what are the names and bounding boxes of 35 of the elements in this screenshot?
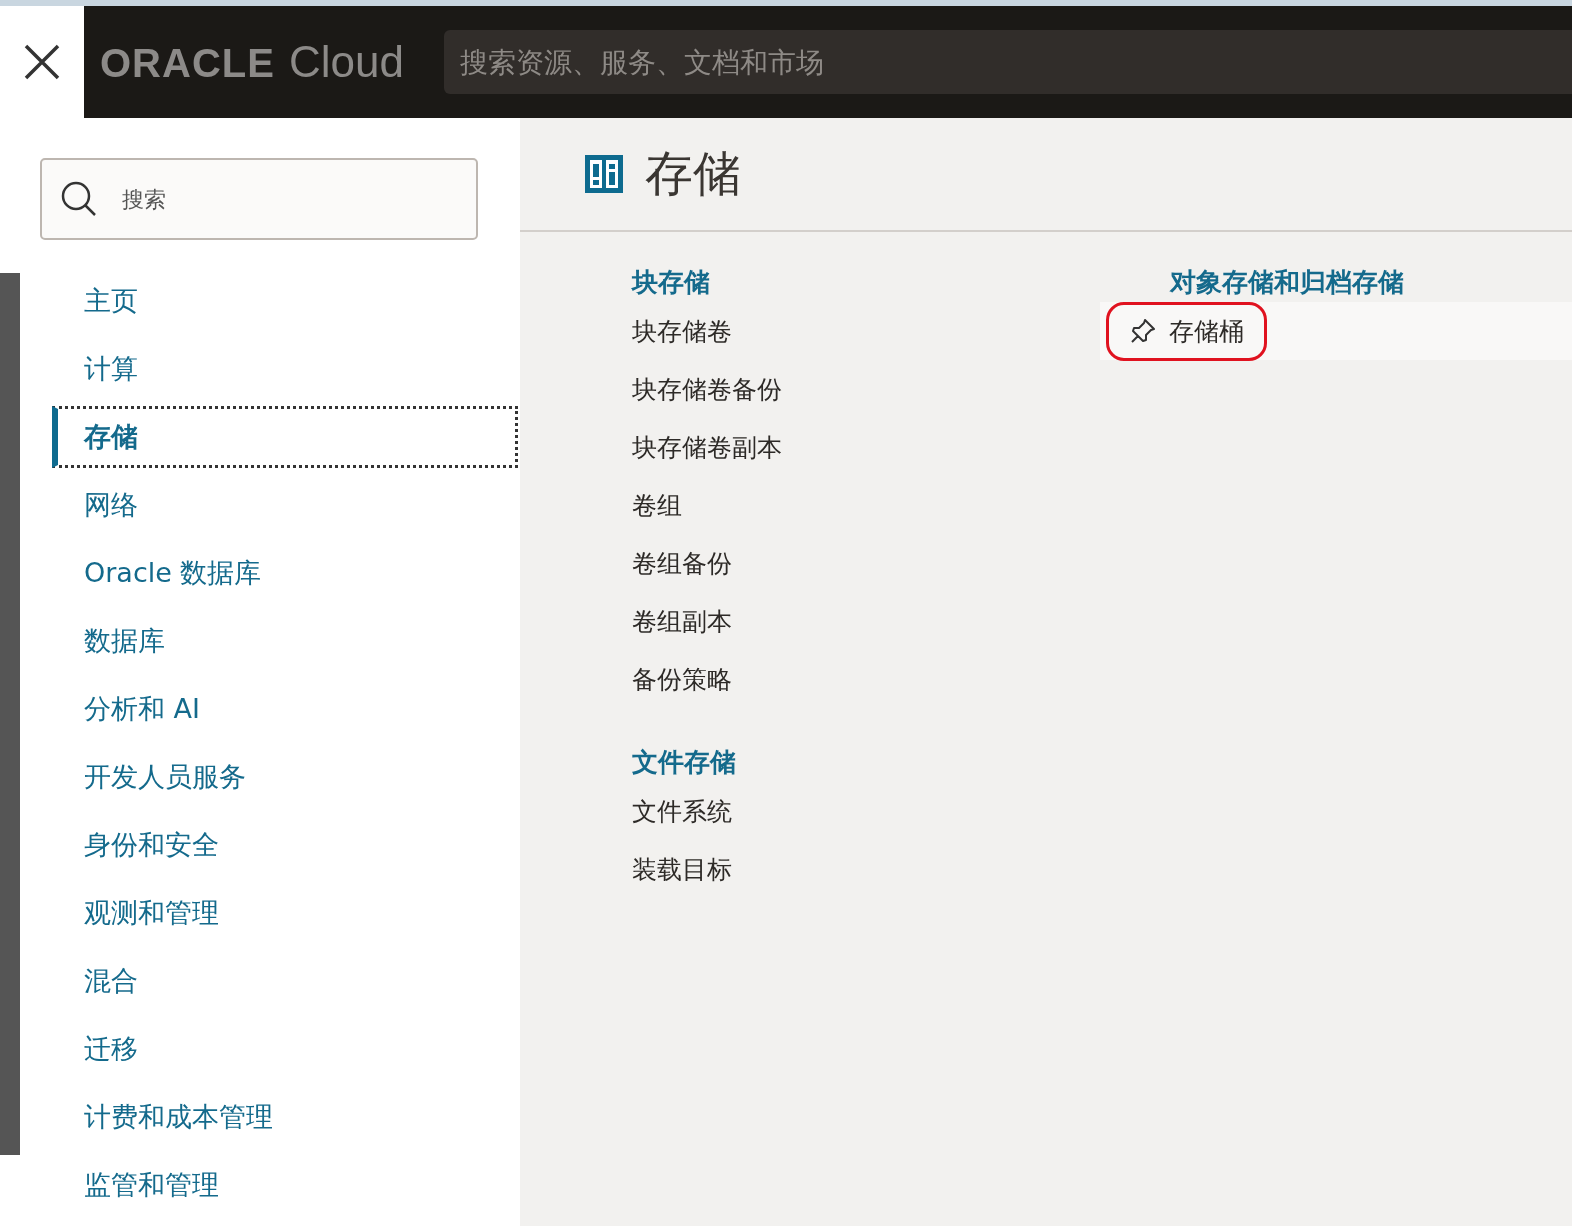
nav-item[interactable]: 观测和管理 [52,882,520,944]
service-link[interactable]: 文件系统 [632,794,732,828]
nav-item[interactable]: Oracle 数据库 [52,542,520,604]
logo-wordmark: ORACLE [100,41,275,86]
nav-item[interactable]: 计算 [52,338,520,400]
service-link[interactable]: 卷组 [632,488,682,522]
service-link[interactable]: 卷组副本 [632,604,732,638]
service-link[interactable]: 块存储卷副本 [632,430,782,464]
close-icon [23,43,61,81]
nav-item[interactable]: 主页 [52,270,520,332]
nav-item[interactable]: 计费和成本管理 [52,1086,520,1148]
pin-icon[interactable] [1129,317,1157,345]
service-link[interactable]: 块存储卷备份 [632,372,782,406]
logo-product-name: Cloud [288,37,404,87]
service-link[interactable]: 块存储卷 [632,314,732,348]
service-link[interactable]: 存储桶 [1169,314,1244,348]
global-search-field[interactable]: 搜索资源、服务、文档和市场 [443,30,1572,94]
service-link[interactable]: 装载目标 [632,852,732,886]
section-heading: 对象存储和归档存储 [1170,265,1405,299]
nav-item[interactable]: 迁移 [52,1018,520,1080]
nav-item[interactable]: 混合 [52,950,520,1012]
storage-icon [585,155,623,193]
section-heading: 文件存储 [632,745,737,779]
nav-item[interactable]: 开发人员服务 [52,746,520,808]
nav-item[interactable]: 数据库 [52,610,520,672]
nav-item[interactable]: 身份和安全 [52,814,520,876]
nav-item[interactable]: 网络 [52,474,520,536]
page-title: 存储 [645,144,741,203]
scrollbar[interactable] [0,273,20,1155]
section-heading: 块存储 [632,265,711,299]
nav-item[interactable]: 分析和 AI [52,678,520,740]
menu-search-field[interactable]: 搜索 [40,158,478,240]
nav-item[interactable]: 监管和管理 [52,1154,520,1216]
service-link[interactable]: 卷组备份 [632,546,732,580]
service-link[interactable]: 备份策略 [632,662,732,696]
